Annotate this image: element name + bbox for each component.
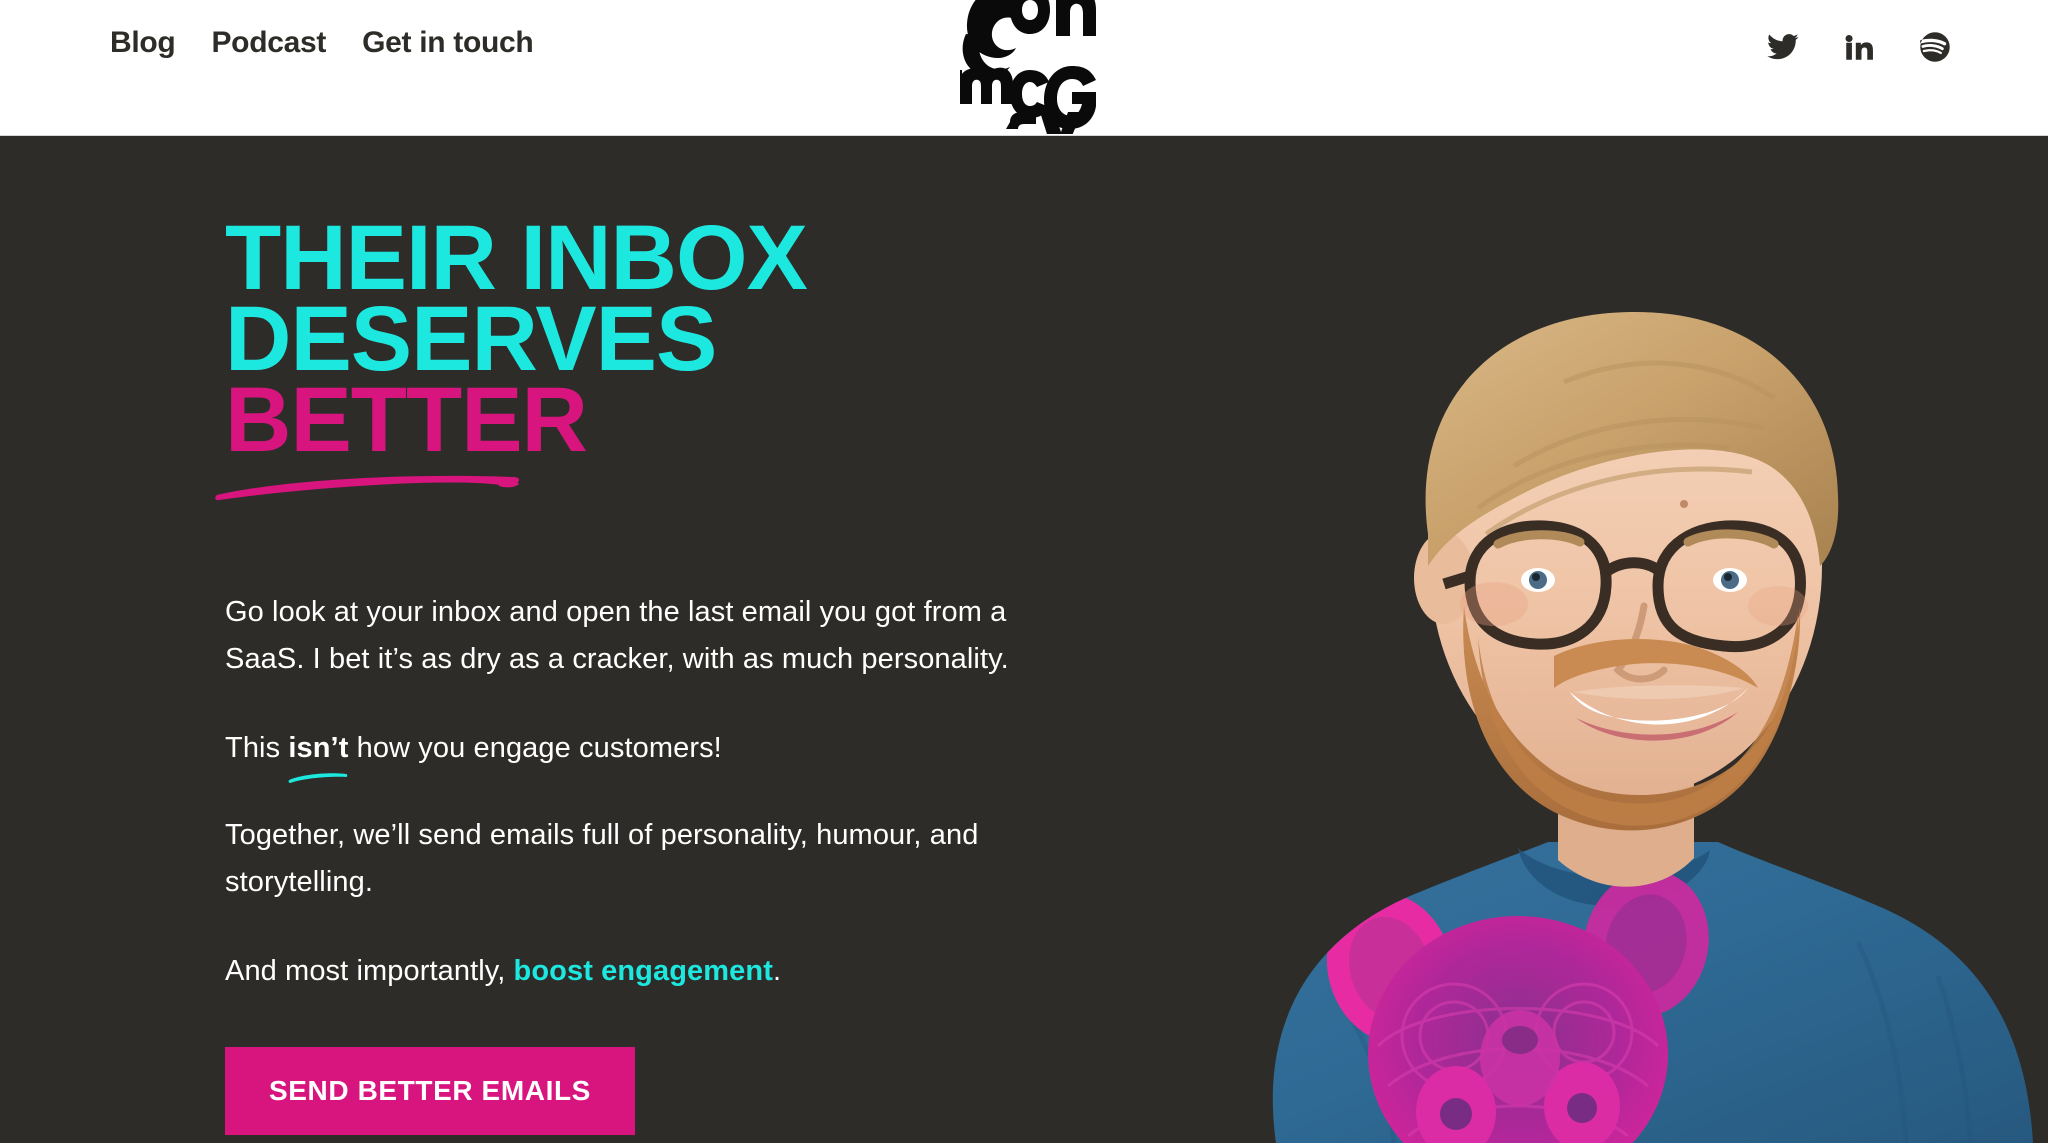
jon-mcgreevy-logo-icon	[960, 0, 1096, 134]
hero-paragraph-4: And most importantly, boost engagement.	[225, 948, 1085, 995]
hero-paragraph-1: Go look at your inbox and open the last …	[225, 595, 1009, 675]
headline-line-1: THEIR INBOX	[225, 207, 808, 309]
hero-paragraph-4-after: .	[772, 954, 782, 987]
send-better-emails-button[interactable]: SEND BETTER EMAILS	[225, 1046, 635, 1135]
nav-link-blog[interactable]: Blog	[110, 28, 176, 58]
hero-paragraph-4-accent: boost engagement	[513, 954, 773, 987]
site-header: Blog Podcast Get in touch	[0, 0, 2048, 136]
hero-section: THEIR INBOX DESERVES BETTER Go look at y…	[0, 136, 2048, 1143]
headline-underline-swoosh-icon	[213, 467, 531, 501]
hero-paragraph-3: Together, we’ll send emails full of pers…	[225, 818, 979, 898]
twitter-icon[interactable]	[1766, 30, 1800, 64]
emphasis-underline-swoosh-icon	[288, 771, 348, 783]
page-title: THEIR INBOX DESERVES BETTER	[215, 207, 1125, 501]
nav-link-get-in-touch[interactable]: Get in touch	[362, 28, 534, 58]
headline-line-2: DESERVES	[225, 287, 717, 390]
social-links	[1766, 30, 1952, 64]
headline-line-3: BETTER	[215, 374, 588, 501]
spotify-icon[interactable]	[1918, 30, 1952, 64]
nav-link-podcast[interactable]: Podcast	[211, 28, 326, 58]
hero-paragraph-2-emphasis-text: isn’t	[288, 731, 349, 764]
hero-copy: THEIR INBOX DESERVES BETTER Go look at y…	[215, 207, 1125, 1135]
hero-paragraph-2-emphasis: isn’t	[288, 725, 349, 783]
hero-paragraph-2-before: This	[225, 731, 289, 764]
primary-navigation: Blog Podcast Get in touch	[110, 28, 534, 58]
hero-paragraph-4-before: And most importantly,	[225, 954, 514, 987]
hero-paragraph-2: This isn’t how you engage customers!	[225, 725, 1085, 783]
page-root: Blog Podcast Get in touch THEIR INBOX DE…	[0, 0, 2048, 1143]
hero-paragraph-2-after: how you engage customers!	[348, 731, 722, 764]
jon-mcgreevy-logo[interactable]	[944, 0, 1104, 134]
linkedin-icon[interactable]	[1842, 30, 1876, 64]
hero-body-copy: Go look at your inbox and open the last …	[225, 589, 1125, 1135]
headline-line-3-text: BETTER	[225, 368, 588, 471]
